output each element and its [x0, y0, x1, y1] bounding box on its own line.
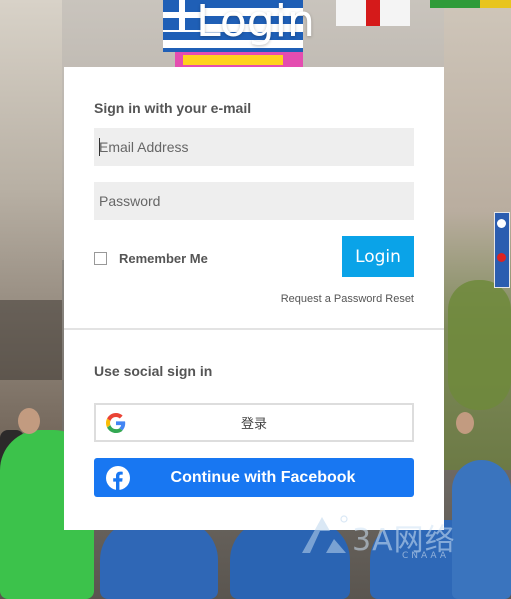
facebook-signin-label: Continue with Facebook	[170, 468, 356, 486]
email-input[interactable]	[94, 128, 414, 166]
remember-me-label: Remember Me	[119, 250, 208, 266]
section-divider	[64, 328, 444, 330]
facebook-signin-button[interactable]: Continue with Facebook	[94, 458, 414, 497]
text-caret	[99, 138, 100, 156]
login-card: Sign in with your e-mail Remember Me Log…	[64, 67, 444, 530]
remember-me-checkbox[interactable]	[94, 251, 107, 265]
password-input[interactable]	[94, 182, 414, 220]
google-icon	[106, 413, 126, 433]
email-section-title: Sign in with your e-mail	[94, 100, 252, 116]
facebook-icon	[106, 466, 130, 490]
google-signin-button[interactable]: 登录	[94, 403, 414, 442]
remember-me[interactable]: Remember Me	[94, 248, 208, 268]
google-signin-label: 登录	[240, 417, 267, 432]
login-button[interactable]: Login	[342, 236, 414, 277]
watermark-logo-icon	[302, 515, 348, 553]
password-reset-link[interactable]: Request a Password Reset	[281, 293, 414, 305]
watermark-subtext: CNAAA	[402, 551, 449, 561]
watermark: 3A网络 CNAAA	[300, 513, 505, 565]
page-title: Login	[196, 0, 315, 47]
social-section-title: Use social sign in	[94, 363, 213, 379]
